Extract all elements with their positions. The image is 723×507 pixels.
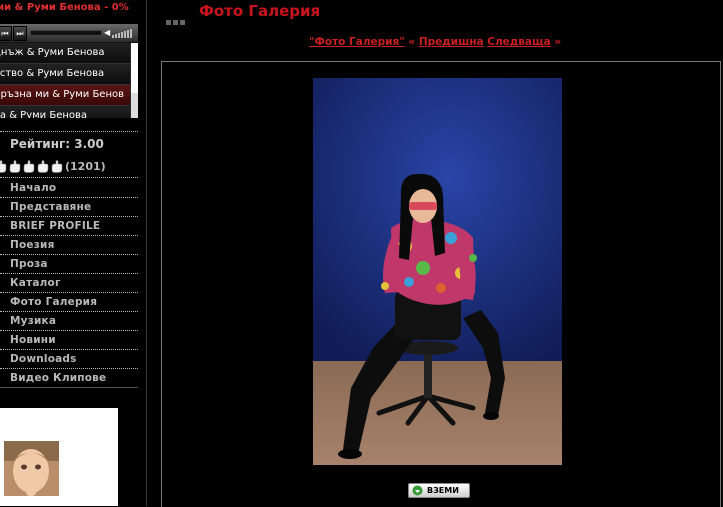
next-track-button[interactable]: ⏭: [13, 26, 27, 41]
rating-hand-icon[interactable]: [0, 159, 7, 174]
nav-item-home[interactable]: Начало: [0, 179, 138, 198]
main-navigation: Начало Представяне BRIEF PROFILE Поезия …: [0, 179, 138, 388]
breadcrumb-separator: «: [408, 36, 416, 48]
volume-control[interactable]: ◀: [104, 27, 134, 39]
playlist: днъж & Руми Бенова тство & Руми Бенова и…: [0, 43, 130, 118]
nav-item-prose[interactable]: Проза: [0, 255, 138, 274]
player-progress-bar[interactable]: [30, 30, 102, 36]
playlist-track[interactable]: ва & Руми Бенова: [0, 106, 130, 118]
nav-item-brief-profile[interactable]: BRIEF PROFILE: [0, 217, 138, 236]
divider: [0, 131, 138, 132]
previous-link[interactable]: Предишна: [419, 36, 484, 48]
rating-hand-icon[interactable]: [50, 159, 63, 174]
gallery-link[interactable]: "Фото Галерия": [309, 36, 405, 48]
rating-hand-icon[interactable]: [22, 159, 35, 174]
column-divider: [146, 0, 147, 506]
next-link[interactable]: Следваща: [487, 36, 550, 48]
rating-hand-icon[interactable]: [8, 159, 21, 174]
gallery-breadcrumb: "Фото Галерия" « Предишна Следваща »: [309, 36, 561, 48]
nav-item-downloads[interactable]: Downloads: [0, 350, 138, 369]
nav-item-news[interactable]: Новини: [0, 331, 138, 350]
gallery-photo[interactable]: [313, 78, 562, 465]
player-now-playing: ми & Руми Бенова - 0%: [0, 2, 129, 13]
divider: [0, 387, 138, 388]
download-label: ВЗЕМИ: [427, 486, 459, 495]
download-icon: [412, 485, 423, 496]
nav-item-photo-gallery[interactable]: Фото Галерия: [0, 293, 138, 312]
music-player: ⏮ ⏭ ◀ днъж & Руми Бенова тство & Руми Бе…: [0, 24, 138, 118]
download-button[interactable]: ВЗЕМИ: [408, 483, 470, 498]
divider: [0, 177, 138, 178]
rating-hand-icon[interactable]: [36, 159, 49, 174]
child-photo-thumbnail[interactable]: [4, 441, 59, 496]
sidebar-widget: [0, 408, 118, 506]
nav-item-music[interactable]: Музика: [0, 312, 138, 331]
left-sidebar: ми & Руми Бенова - 0% ⏮ ⏭ ◀ днъж & Руми …: [0, 0, 140, 506]
breadcrumb-end: »: [554, 36, 562, 48]
playlist-track-active[interactable]: иръзна ми & Руми Бенов: [0, 85, 130, 106]
nav-item-intro[interactable]: Представяне: [0, 198, 138, 217]
rating-hands[interactable]: (1201): [0, 156, 106, 175]
player-controls: ⏮ ⏭ ◀: [0, 24, 138, 43]
nav-item-video-clips[interactable]: Видео Клипове: [0, 369, 138, 388]
title-bullet-icon: [166, 10, 187, 29]
nav-item-catalog[interactable]: Каталог: [0, 274, 138, 293]
playlist-track[interactable]: тство & Руми Бенова: [0, 64, 130, 85]
nav-item-poetry[interactable]: Поезия: [0, 236, 138, 255]
rating-label: Рейтинг: 3.00: [10, 137, 104, 151]
page-title: Фото Галерия: [199, 2, 321, 20]
previous-track-button[interactable]: ⏮: [0, 26, 12, 41]
playlist-track[interactable]: днъж & Руми Бенова: [0, 43, 130, 64]
rating-count: (1201): [65, 160, 106, 173]
speaker-icon: ◀: [104, 28, 111, 37]
playlist-scroll-thumb[interactable]: [131, 43, 138, 93]
playlist-scrollbar[interactable]: [131, 43, 138, 118]
